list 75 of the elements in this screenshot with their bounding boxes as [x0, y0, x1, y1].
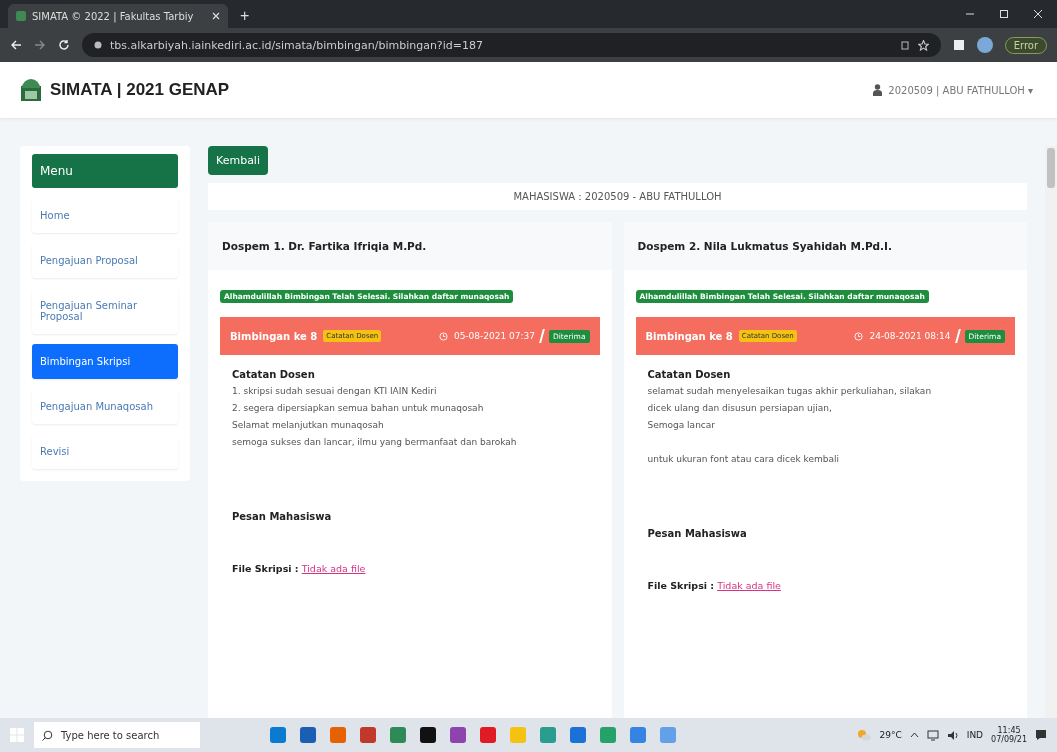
restore-icon[interactable]	[999, 9, 1009, 19]
message-heading: Pesan Mahasiswa	[647, 528, 748, 539]
logo-icon	[20, 78, 42, 102]
sidebar-item[interactable]: Pengajuan Seminar Proposal	[32, 288, 178, 334]
clock-icon	[854, 331, 864, 341]
notification-icon[interactable]	[1035, 729, 1047, 741]
session-title: Bimbingan ke 8	[230, 330, 318, 342]
menu-title: Menu	[32, 154, 178, 188]
note-text: selamat sudah menyelesaikan tugas akhir perkuliahan, silakan	[647, 385, 933, 398]
note-text: 2. segera dipersiapkan semua bahan untuk munaqosah	[232, 402, 485, 415]
note-text: Selamat melanjutkan munaqosah	[232, 419, 385, 432]
sidebar-icon[interactable]	[952, 39, 965, 51]
browser-tab[interactable]: SIMATA © 2022 | Fakultas Tarbiy	[8, 4, 228, 28]
back-button[interactable]: Kembali	[208, 146, 268, 175]
address-bar[interactable]: tbs.alkarbiyah.iainkediri.ac.id/simata/bimbingan/bimbingan?id=187	[82, 33, 941, 57]
profile-avatar[interactable]	[976, 37, 993, 53]
forward-icon[interactable]	[34, 39, 46, 51]
reload-icon[interactable]	[58, 39, 70, 51]
new-tab-button[interactable]: +	[236, 4, 254, 28]
info-icon	[94, 40, 102, 50]
note-text: semoga sukses dan lancar, ilmu yang bermanfaat dan barokah	[232, 436, 518, 449]
sidebar-item[interactable]: Pengajuan Proposal	[32, 243, 178, 278]
close-icon[interactable]	[1033, 9, 1043, 19]
session-date: 24-08-2021 08:14	[869, 331, 951, 341]
share-icon[interactable]	[899, 40, 910, 50]
weather-text: 29°C	[879, 730, 902, 740]
search-icon	[42, 729, 53, 741]
note-text: Semoga lancar	[647, 419, 716, 432]
sidebar-item[interactable]: Pengajuan Munaqosah	[32, 389, 178, 424]
star-icon[interactable]	[917, 39, 929, 51]
file-label: File Skripsi :	[647, 580, 715, 591]
network-icon[interactable]	[926, 729, 939, 741]
language-indicator[interactable]: IND	[966, 730, 984, 740]
file-label: File Skripsi :	[232, 563, 299, 574]
note-text: dicek ulang dan disusun persiapan ujian,	[647, 402, 833, 415]
weather-icon	[857, 729, 872, 741]
taskbar-app-icon[interactable]	[390, 727, 406, 743]
back-icon[interactable]	[10, 39, 22, 51]
taskbar-search-field[interactable]: Type here to search	[34, 722, 200, 748]
separator-mark	[954, 329, 961, 343]
clock[interactable]: 11:45 07/09/21	[991, 726, 1027, 744]
session-date: 05-08-2021 07:37	[453, 331, 535, 341]
taskbar-app-icon[interactable]	[300, 727, 316, 743]
taskbar-app-icon[interactable]	[450, 727, 466, 743]
taskbar-app-icon[interactable]	[630, 727, 646, 743]
note-text: untuk ukuran font atau cara dicek kembali	[647, 453, 840, 466]
sidebar-item[interactable]: Revisi	[32, 434, 178, 469]
user-icon	[873, 84, 883, 96]
profile-button[interactable]: Error	[1004, 36, 1047, 54]
sidebar-item[interactable]: Home	[32, 198, 178, 233]
volume-icon[interactable]	[946, 729, 959, 741]
close-icon[interactable]	[212, 12, 220, 20]
app-title: SIMATA | 2021 GENAP	[50, 80, 230, 100]
supervisor-title: Dospem 2. Nila Lukmatus Syahidah M.Pd.I.	[636, 239, 893, 254]
taskbar-app-icon[interactable]	[420, 727, 436, 743]
note-heading: Catatan Dosen	[232, 369, 316, 380]
student-label: MAHASISWA : 2020509 - ABU FATHULLOH	[513, 191, 722, 202]
file-link[interactable]: Tidak ada file	[717, 580, 781, 591]
user-menu[interactable]: 2020509 | ABU FATHULLOH ▾	[873, 84, 1033, 96]
clock-icon	[438, 331, 448, 341]
message-heading: Pesan Mahasiswa	[232, 511, 333, 522]
file-link[interactable]: Tidak ada file	[301, 563, 366, 574]
taskbar-app-icon[interactable]	[570, 727, 586, 743]
session-title: Bimbingan ke 8	[645, 330, 733, 342]
sidebar-item[interactable]: Bimbingan Skripsi	[32, 344, 178, 379]
separator-mark	[539, 329, 545, 343]
taskbar-app-icon[interactable]	[360, 727, 376, 743]
chevron-up-icon[interactable]	[909, 732, 919, 738]
note-text: 1. skripsi sudah sesuai dengan KTI IAIN Kediri	[232, 385, 438, 398]
scrollbar-thumb[interactable]	[1047, 148, 1055, 188]
favicon-icon	[16, 11, 26, 21]
supervisor-title: Dospem 1. Dr. Fartika Ifriqia M.Pd.	[221, 239, 428, 254]
note-heading: Catatan Dosen	[647, 369, 732, 380]
taskbar-app-icon[interactable]	[270, 727, 286, 743]
tab-title: SIMATA © 2022 | Fakultas Tarbiy	[32, 10, 195, 22]
